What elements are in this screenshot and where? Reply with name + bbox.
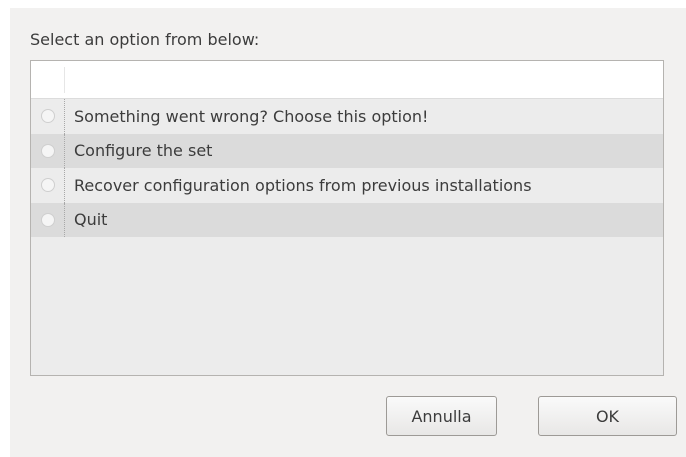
radio-unchecked-icon[interactable] (40, 178, 55, 193)
options-list[interactable]: Something went wrong? Choose this option… (30, 60, 664, 376)
radio-unchecked-icon[interactable] (40, 143, 55, 158)
list-item-option-2[interactable]: Configure the set (31, 133, 663, 168)
radio-cell[interactable] (31, 168, 65, 203)
radio-cell[interactable] (31, 99, 65, 134)
list-item-option-4[interactable]: Quit (31, 202, 663, 237)
list-item-option-3[interactable]: Recover configuration options from previ… (31, 168, 663, 203)
dialog-prompt: Select an option from below: (30, 30, 260, 49)
option-dialog: Select an option from below: Something w… (10, 8, 686, 457)
option-label: Recover configuration options from previ… (74, 175, 532, 195)
list-item-option-1[interactable]: Something went wrong? Choose this option… (31, 99, 663, 134)
option-label: Configure the set (74, 141, 213, 161)
option-label: Quit (74, 210, 108, 230)
radio-unchecked-icon[interactable] (40, 212, 55, 227)
column-divider (64, 67, 65, 93)
cancel-button[interactable]: Annulla (386, 396, 497, 436)
radio-unchecked-icon[interactable] (40, 109, 55, 124)
radio-cell[interactable] (31, 202, 65, 237)
option-label: Something went wrong? Choose this option… (74, 106, 429, 126)
ok-button[interactable]: OK (538, 396, 677, 436)
list-header (31, 61, 663, 99)
radio-cell[interactable] (31, 133, 65, 168)
